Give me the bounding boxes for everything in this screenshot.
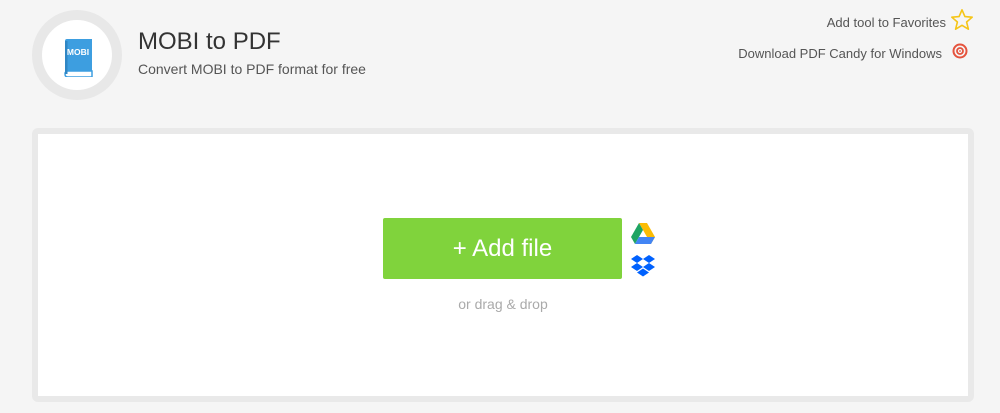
logo-inner-circle: MOBI (42, 20, 112, 90)
google-drive-icon[interactable] (631, 223, 655, 250)
app-logo: MOBI (32, 10, 122, 100)
mobi-book-icon: MOBI (62, 39, 94, 78)
favorites-label: Add tool to Favorites (826, 15, 946, 30)
upload-drop-zone[interactable]: + Add file or drag & drop (38, 134, 968, 396)
download-label: Download PDF Candy for Windows (738, 46, 942, 61)
page-title: MOBI to PDF (138, 28, 281, 55)
add-file-button[interactable]: + Add file (383, 218, 622, 279)
download-windows-link[interactable]: Download PDF Candy for Windows (738, 43, 968, 64)
page-subtitle: Convert MOBI to PDF format for free (138, 61, 366, 77)
star-icon (950, 8, 974, 37)
drag-drop-hint: or drag & drop (458, 296, 548, 312)
pdf-candy-icon (952, 43, 968, 64)
add-to-favorites-link[interactable]: Add tool to Favorites (827, 8, 974, 37)
upload-area-frame: + Add file or drag & drop (32, 128, 974, 402)
dropbox-icon[interactable] (631, 254, 655, 283)
logo-label: MOBI (66, 47, 90, 57)
